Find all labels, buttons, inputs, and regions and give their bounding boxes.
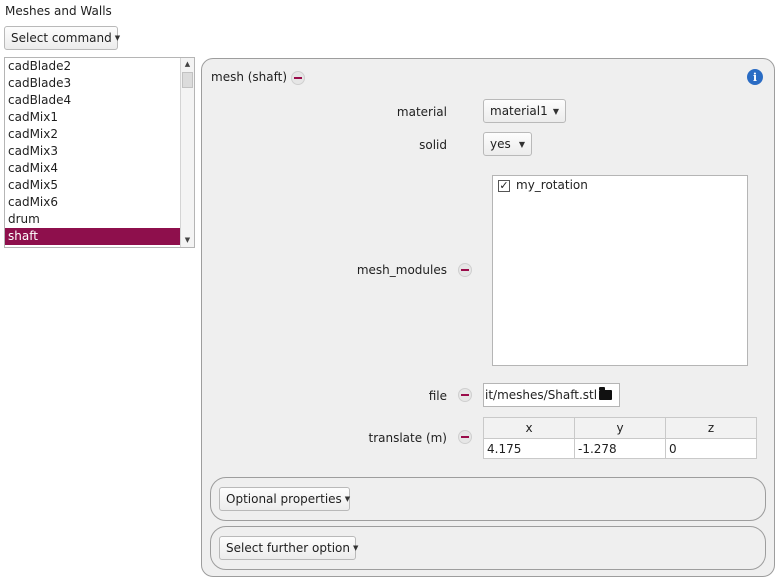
- translate-x-cell[interactable]: 4.175: [483, 438, 575, 459]
- my-rotation-checkbox[interactable]: ✓: [498, 180, 510, 192]
- list-item[interactable]: cadMix3: [5, 143, 180, 160]
- column-header-y: y: [574, 417, 666, 439]
- scroll-down-icon[interactable]: ▼: [181, 234, 194, 247]
- list-scrollbar[interactable]: ▲ ▼: [180, 58, 194, 247]
- material-value: material1: [490, 104, 548, 118]
- solid-value: yes: [490, 137, 511, 151]
- optional-properties-button[interactable]: Optional properties ▼: [219, 487, 350, 511]
- material-label: material: [396, 105, 447, 119]
- select-command-label: Select command: [11, 31, 112, 45]
- solid-label: solid: [419, 138, 447, 152]
- list-item[interactable]: cadBlade4: [5, 92, 180, 109]
- column-header-z: z: [665, 417, 757, 439]
- remove-mesh-icon[interactable]: [291, 71, 305, 85]
- translate-table: x y z 4.175 -1.278 0: [483, 417, 757, 459]
- list-item[interactable]: drum: [5, 211, 180, 228]
- select-further-option-label: Select further option: [226, 541, 350, 555]
- scroll-up-icon[interactable]: ▲: [181, 58, 194, 71]
- translate-label: translate (m): [368, 431, 448, 445]
- further-options-panel: Select further option ▼: [210, 526, 766, 570]
- list-item[interactable]: cadMix5: [5, 177, 180, 194]
- material-select[interactable]: material1 ▼: [483, 99, 566, 123]
- file-input[interactable]: it/meshes/Shaft.stl: [483, 383, 620, 407]
- chevron-down-icon: ▼: [352, 544, 359, 552]
- list-item[interactable]: cadMix6: [5, 194, 180, 211]
- list-item[interactable]: cadBlade2: [5, 58, 180, 75]
- my-rotation-label: my_rotation: [516, 178, 588, 192]
- mesh-modules-label: mesh_modules: [356, 263, 447, 277]
- file-value: it/meshes/Shaft.stl: [485, 388, 598, 402]
- mesh-modules-list[interactable]: ✓ my_rotation: [492, 175, 748, 366]
- remove-translate-icon[interactable]: [458, 430, 472, 444]
- remove-file-icon[interactable]: [458, 388, 472, 402]
- mesh-panel: mesh (shaft) i material material1 ▼ soli…: [201, 58, 775, 577]
- panel-title: mesh (shaft): [211, 70, 288, 84]
- remove-mesh-modules-icon[interactable]: [458, 263, 472, 277]
- select-further-option-button[interactable]: Select further option ▼: [219, 536, 359, 560]
- chevron-down-icon: ▼: [518, 139, 525, 149]
- translate-y-cell[interactable]: -1.278: [574, 438, 666, 459]
- folder-icon[interactable]: [599, 387, 612, 400]
- chevron-down-icon: ▼: [552, 106, 559, 116]
- scrollbar-thumb[interactable]: [182, 72, 193, 88]
- column-header-x: x: [483, 417, 575, 439]
- file-label: file: [428, 389, 447, 403]
- select-command-button[interactable]: Select command ▼: [4, 26, 121, 50]
- list-item-selected[interactable]: shaft: [5, 228, 180, 245]
- section-title: Meshes and Walls: [5, 4, 112, 18]
- list-item[interactable]: cadMix1: [5, 109, 180, 126]
- chevron-down-icon: ▼: [114, 34, 121, 42]
- mesh-list[interactable]: cadBlade2 cadBlade3 cadBlade4 cadMix1 ca…: [4, 57, 195, 248]
- info-icon[interactable]: i: [747, 69, 763, 85]
- translate-z-cell[interactable]: 0: [665, 438, 757, 459]
- solid-select[interactable]: yes ▼: [483, 132, 532, 156]
- list-item[interactable]: cadMix2: [5, 126, 180, 143]
- optional-properties-label: Optional properties: [226, 492, 342, 506]
- list-item[interactable]: cadBlade3: [5, 75, 180, 92]
- list-item[interactable]: cadMix4: [5, 160, 180, 177]
- chevron-down-icon: ▼: [344, 495, 351, 503]
- optional-properties-panel: Optional properties ▼: [210, 477, 766, 521]
